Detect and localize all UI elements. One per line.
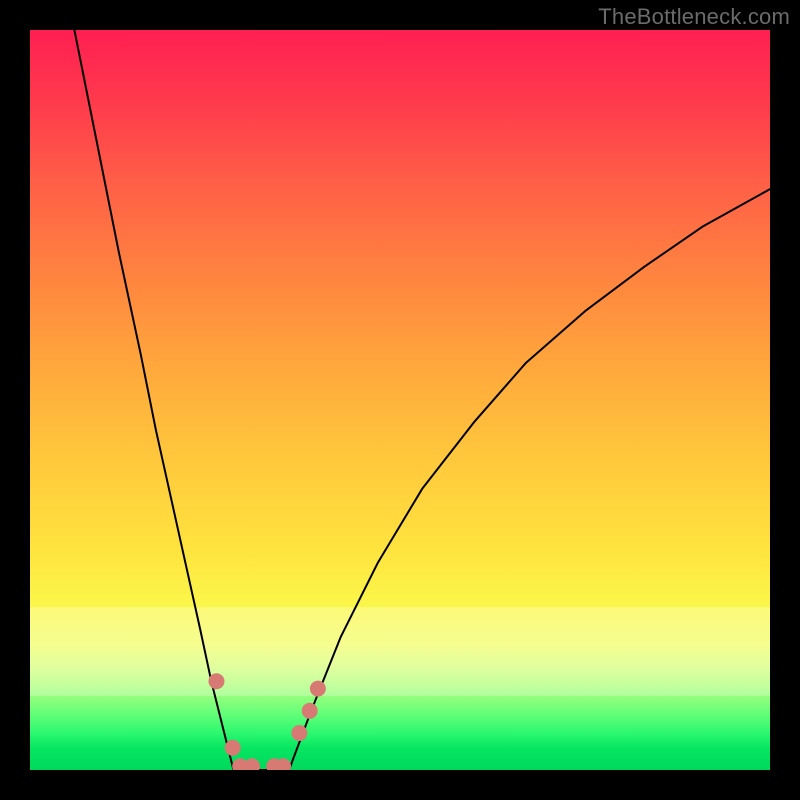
right-marker-b [302,703,318,719]
floor-marker-d [275,758,291,770]
floor-marker-b [244,758,260,770]
highlight-band [30,607,770,696]
left-marker-lower [225,740,241,756]
right-marker-a [291,725,307,741]
floor-marker-a [232,758,248,770]
plot-area [30,30,770,770]
chart-frame: TheBottleneck.com [0,0,800,800]
watermark: TheBottleneck.com [598,4,790,30]
floor-marker-c [266,758,282,770]
